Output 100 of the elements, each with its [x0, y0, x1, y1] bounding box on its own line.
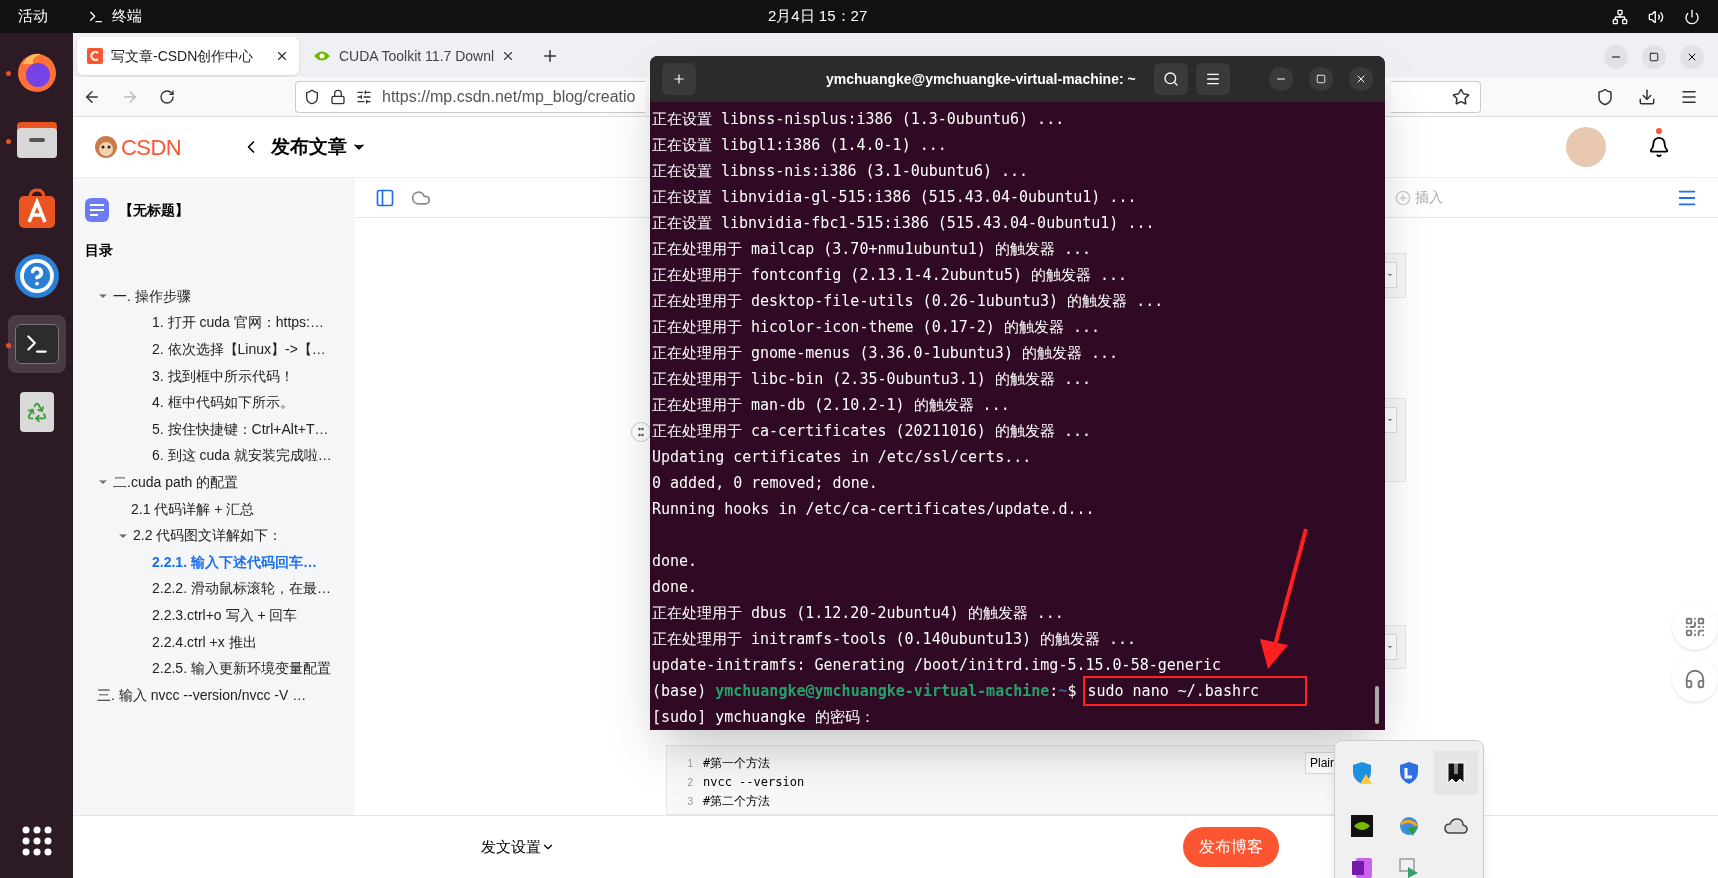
cloud-icon[interactable] [1443, 818, 1468, 834]
minimize-button[interactable] [1269, 67, 1293, 91]
terminal-line: 正在处理用于 man-db (2.10.2-1) 的触发器 ... [652, 395, 1010, 416]
terminal-line: 正在设置 libnvidia-gl-515:i386 (515.43.04-0ubuntu1) ... [652, 187, 1137, 208]
page-title: 发布文章 [271, 134, 348, 159]
terminal-line: 0 added, 0 removed; done. [652, 473, 878, 494]
toc-item[interactable]: 4. 框中代码如下所示。 [152, 392, 294, 414]
toc-item[interactable]: 2.2.3.ctrl+o 写入 + 回车 [152, 604, 298, 626]
toc-item[interactable]: 1. 打开 cuda 官网：https:… [152, 312, 324, 334]
volume-icon[interactable] [1648, 8, 1664, 25]
activities-button[interactable]: 活动 [18, 5, 48, 28]
search-button[interactable] [1153, 63, 1188, 95]
sidebar-toggle-icon[interactable] [375, 187, 395, 208]
browser-tab[interactable]: CUDA Toolkit 11.7 Downl [303, 37, 525, 75]
terminal-line: 正在设置 libnvidia-fbc1-515:i386 (515.43.04-0ubuntu1) ... [652, 213, 1155, 234]
reload-icon[interactable] [159, 88, 175, 105]
close-button[interactable] [1680, 45, 1704, 69]
qr-code-button[interactable] [1672, 604, 1718, 650]
line-number: 1 [687, 757, 693, 771]
toc-item[interactable]: 2.2.2. 滑动鼠标滚轮，在最… [152, 578, 331, 600]
terminal-line: 正在设置 libnss-nis:i386 (3.1-0ubuntu6) ... [652, 161, 1029, 182]
line-number: 2 [687, 776, 693, 790]
shield-icon[interactable] [1398, 760, 1420, 785]
monkey-logo-icon [93, 134, 119, 160]
close-icon [1686, 51, 1698, 63]
c-logo-icon [87, 48, 103, 64]
terminal-line: 正在处理用于 hicolor-icon-theme (0.17-2) 的触发器 ... [652, 317, 1100, 338]
dock-item[interactable] [7, 315, 66, 373]
notebook-icon[interactable] [1351, 857, 1374, 878]
maximize-icon [1316, 74, 1326, 84]
power-icon[interactable] [1684, 8, 1700, 25]
document-title: 【无标题】 [119, 200, 189, 220]
line-number: 3 [687, 795, 693, 809]
support-button[interactable] [1672, 656, 1718, 702]
url-field[interactable]: https://mp.csdn.net/mp_blog/creatio [295, 80, 645, 113]
terminal-line: done. [652, 577, 698, 598]
toc-item[interactable]: 三. 输入 nvcc --version/nvcc -V … [97, 684, 307, 706]
app-grid-icon[interactable] [21, 826, 52, 856]
toc-item[interactable]: 2.2 代码图文详解如下： [133, 525, 283, 547]
clock[interactable]: 2月4日 15：27 [768, 5, 868, 28]
prompt-symbol: $ [1067, 681, 1077, 702]
eye-logo-icon [313, 50, 331, 62]
maximize-button[interactable] [1642, 45, 1666, 69]
toc-item[interactable]: 2. 依次选择【Linux】->【… [152, 339, 326, 360]
headset-icon [1684, 668, 1706, 690]
terminal-line: 正在处理用于 gnome-menus (3.36.0-1ubuntu3) 的触发器 ... [652, 343, 1119, 364]
prompt-separator: : [1049, 681, 1059, 702]
browser-tab[interactable]: 写文章-CSDN创作中心 [77, 37, 299, 75]
toc-item[interactable]: 5. 按住快捷键：Ctrl+Alt+T… [152, 418, 329, 440]
toc-item[interactable]: 2.1 代码详解 + 汇总 [131, 498, 255, 520]
maximize-button[interactable] [1309, 67, 1333, 91]
globe-icon[interactable] [1397, 814, 1421, 838]
toc-item[interactable]: 6. 到这 cuda 就安装完成啦… [152, 445, 332, 467]
window-title: ymchuangke@ymchuangke-virtual-machine: ~ [826, 69, 1136, 89]
close-icon [1355, 73, 1367, 85]
toc-item[interactable]: 2.2.1. 输入下述代码回车… [152, 551, 317, 573]
permissions-icon [356, 88, 372, 105]
screen-play-icon[interactable] [1398, 857, 1420, 878]
menu-button[interactable] [1195, 63, 1230, 95]
close-icon[interactable] [275, 49, 289, 63]
drag-handle[interactable] [631, 422, 651, 442]
toc-item[interactable]: 3. 找到框中所示代码！ [152, 365, 294, 387]
new-tab-icon [672, 72, 686, 86]
code-line: nvcc --version [703, 774, 805, 791]
shield-warning-icon[interactable] [1351, 760, 1374, 785]
download-icon[interactable] [1638, 87, 1656, 106]
toc-item[interactable]: 二.cuda path 的配置 [113, 471, 239, 493]
app-menu[interactable]: 终端 [112, 5, 142, 28]
search-icon [1162, 71, 1179, 87]
terminal-command: sudo nano ~/.bashrc [1085, 678, 1305, 704]
toc-item[interactable]: 2.2.4.ctrl +x 推出 [152, 631, 257, 653]
shield-icon [304, 88, 320, 105]
toc-item[interactable]: 2.2.5. 输入更新环境变量配置 [152, 658, 331, 680]
toc-heading: 目录 [84, 241, 113, 260]
folder-icon [14, 120, 59, 160]
terminal-line: 正在处理用于 initramfs-tools (0.140ubuntu13) 的触发器 ... [652, 629, 1137, 650]
bookmark-star-icon[interactable] [1452, 87, 1470, 106]
code-line: #第一个方法 [703, 755, 772, 772]
menu-icon [1204, 71, 1221, 87]
post-settings-button[interactable]: 发文设置 [481, 835, 555, 859]
minimize-button[interactable] [1604, 45, 1628, 69]
bookmark-icon[interactable] [1446, 761, 1465, 784]
eye-logo-icon[interactable] [1351, 815, 1374, 837]
terminal-line: [sudo] ymchuangke 的密码： [652, 707, 875, 728]
terminal-line: 正在处理用于 libc-bin (2.35-0ubuntu3.1) 的触发器 ... [652, 369, 1091, 390]
new-tab-button[interactable] [662, 63, 696, 95]
bell-icon[interactable] [1648, 136, 1670, 158]
new-tab-icon[interactable] [541, 47, 559, 65]
close-icon[interactable] [501, 49, 515, 63]
network-icon[interactable] [1612, 8, 1628, 25]
terminal-line: 正在处理用于 desktop-file-utils (0.26-1ubuntu3) 的触发器 ... [652, 291, 1164, 312]
terminal-line: 正在设置 libnss-nisplus:i386 (1.3-0ubuntu6) ... [652, 109, 1065, 130]
terminal-line: Updating certificates in /etc/ssl/certs... [652, 447, 1032, 468]
close-button[interactable] [1349, 67, 1373, 91]
terminal-line: 正在处理用于 fontconfig (2.13.1-4.2ubuntu5) 的触发器 ... [652, 265, 1128, 286]
terminal-line: 正在处理用于 dbus (1.12.20-2ubuntu4) 的触发器 ... [652, 603, 1064, 624]
toc-item[interactable]: 一. 操作步骤 [113, 285, 191, 307]
terminal-line: update-initramfs: Generating /boot/initrd.img-5.15.0-58-generic [652, 655, 1221, 676]
qr-code-icon [1684, 616, 1706, 638]
terminal-icon [14, 324, 59, 364]
